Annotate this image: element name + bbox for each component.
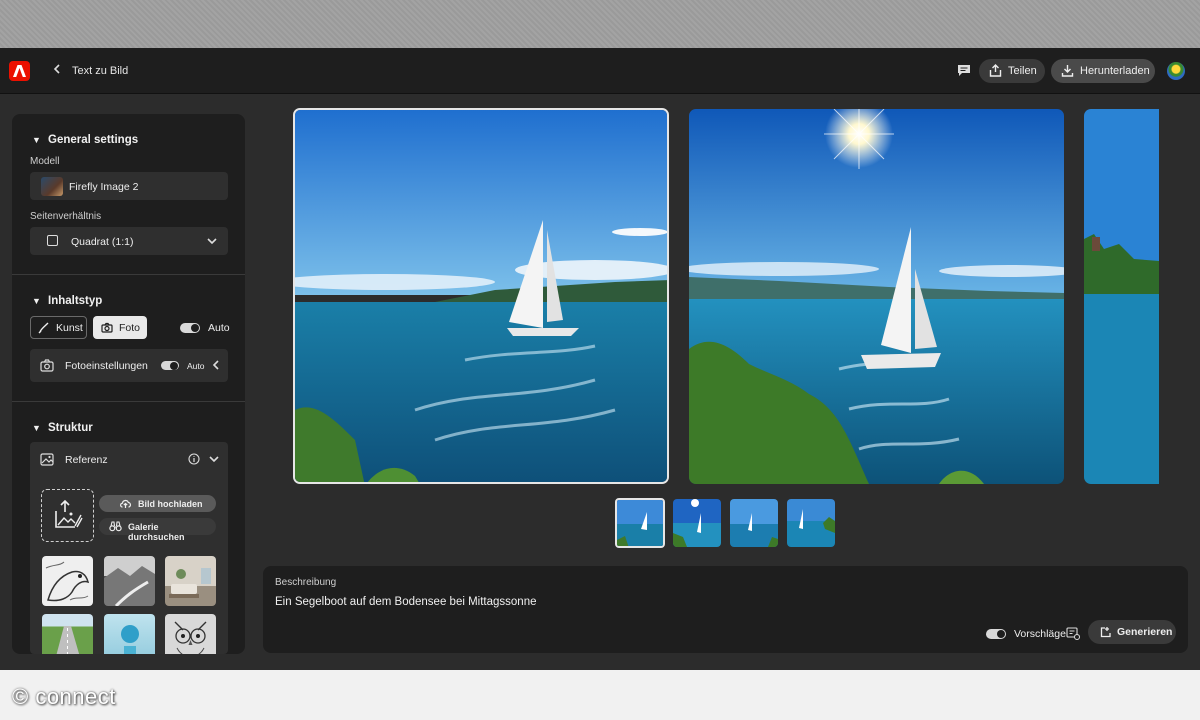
prompt-label: Beschreibung (275, 577, 337, 588)
camera-icon (101, 322, 113, 333)
generate-label: Generieren (1117, 626, 1173, 638)
share-label: Teilen (1008, 65, 1037, 77)
model-label: Modell (30, 156, 60, 167)
background-strip (0, 0, 1200, 48)
generated-image-2[interactable] (689, 109, 1064, 484)
reference-thumbnail-owl[interactable] (165, 614, 216, 654)
suggestions-toggle[interactable] (986, 629, 1006, 639)
content-type-header[interactable]: ▼ Inhaltstyp (32, 295, 102, 307)
chevron-left-icon[interactable] (212, 360, 220, 370)
structure-header[interactable]: ▼ Struktur (32, 422, 93, 434)
browse-gallery-button[interactable]: Galerie durchsuchen (99, 518, 216, 542)
general-settings-header[interactable]: ▼ General settings (32, 134, 138, 146)
chevron-down-icon (207, 238, 217, 245)
chevron-down-icon: ▼ (32, 135, 41, 145)
upload-image-label: Bild hochladen (138, 499, 203, 509)
photo-settings-icon (40, 359, 54, 372)
reference-thumbnail-landscape[interactable] (104, 556, 155, 606)
photo-settings-auto-label: Auto (187, 361, 205, 371)
model-value: Firefly Image 2 (69, 181, 139, 193)
auto-label: Auto (208, 322, 230, 334)
thumbnail-3[interactable] (730, 499, 778, 547)
model-thumbnail (41, 177, 63, 196)
upload-image-icon (55, 499, 83, 528)
app-window: Text zu Bild Teilen Herunterladen ▼ Gener… (0, 48, 1200, 670)
share-button[interactable]: Teilen (979, 59, 1045, 83)
feedback-icon[interactable] (957, 64, 971, 77)
prompt-input[interactable]: Ein Segelboot auf dem Bodensee bei Mitta… (275, 596, 537, 608)
reference-label: Referenz (65, 454, 108, 466)
suggestions-settings-icon[interactable] (1066, 627, 1080, 640)
prompt-panel: Beschreibung Ein Segelboot auf dem Boden… (263, 566, 1188, 653)
user-avatar[interactable] (1167, 62, 1185, 80)
photo-settings-toggle[interactable] (161, 361, 179, 370)
structure-title: Struktur (48, 422, 93, 434)
download-label: Herunterladen (1080, 65, 1150, 77)
footer-strip (0, 670, 1200, 720)
page-title: Text zu Bild (72, 65, 129, 77)
auto-toggle[interactable] (180, 323, 200, 333)
chevron-down-icon: ▼ (32, 296, 41, 306)
generated-image-3-partial[interactable] (1084, 109, 1159, 484)
chevron-down-icon[interactable] (209, 455, 219, 463)
info-icon[interactable] (188, 453, 200, 465)
thumbnail-4[interactable] (787, 499, 835, 547)
content-type-photo-button[interactable]: Foto (93, 316, 147, 339)
reference-thumbnail-road[interactable] (42, 614, 93, 654)
thumbnail-1[interactable] (615, 498, 665, 548)
upload-dropzone[interactable] (41, 489, 94, 542)
back-chevron-icon[interactable] (52, 62, 66, 78)
browse-gallery-label: Galerie durchsuchen (128, 522, 185, 542)
general-settings-title: General settings (48, 134, 139, 146)
square-icon (47, 235, 58, 246)
aspect-ratio-select[interactable]: Quadrat (1:1) (30, 227, 228, 255)
adobe-logo-icon[interactable] (9, 61, 30, 81)
model-select[interactable]: Firefly Image 2 (30, 172, 228, 200)
download-icon (1061, 65, 1074, 77)
section-divider (12, 274, 245, 275)
generate-button[interactable]: Generieren (1088, 620, 1176, 644)
reference-thumbnail-interior[interactable] (165, 556, 216, 606)
share-icon (989, 64, 1002, 77)
aspect-ratio-value: Quadrat (1:1) (71, 236, 134, 248)
cloud-upload-icon (120, 499, 132, 508)
generate-icon (1100, 627, 1111, 638)
download-button[interactable]: Herunterladen (1051, 59, 1155, 83)
reference-image-icon (40, 453, 54, 466)
content-type-title: Inhaltstyp (48, 295, 103, 307)
photo-settings-label: Fotoeinstellungen (65, 360, 148, 372)
app-header: Text zu Bild Teilen Herunterladen (0, 48, 1200, 94)
suggestions-label: Vorschläge (1014, 628, 1066, 640)
art-label: Kunst (56, 322, 83, 334)
generated-image-1[interactable] (293, 108, 669, 484)
reference-thumbnail-sphere[interactable] (104, 614, 155, 654)
brush-icon (38, 322, 49, 334)
binoculars-icon (109, 521, 122, 532)
photo-label: Foto (119, 322, 141, 334)
upload-image-button[interactable]: Bild hochladen (99, 495, 216, 512)
section-divider (12, 401, 245, 402)
thumbnail-2[interactable] (673, 499, 721, 547)
photo-settings-row[interactable]: Fotoeinstellungen Auto (30, 349, 228, 382)
content-type-art-button[interactable]: Kunst (30, 316, 87, 339)
reference-thumbnail-bird-sketch[interactable] (42, 556, 93, 606)
settings-sidebar: ▼ General settings Modell Firefly Image 2… (12, 114, 245, 654)
watermark: © connect (12, 684, 116, 709)
chevron-down-icon: ▼ (32, 423, 41, 433)
aspect-ratio-label: Seitenverhältnis (30, 211, 102, 222)
